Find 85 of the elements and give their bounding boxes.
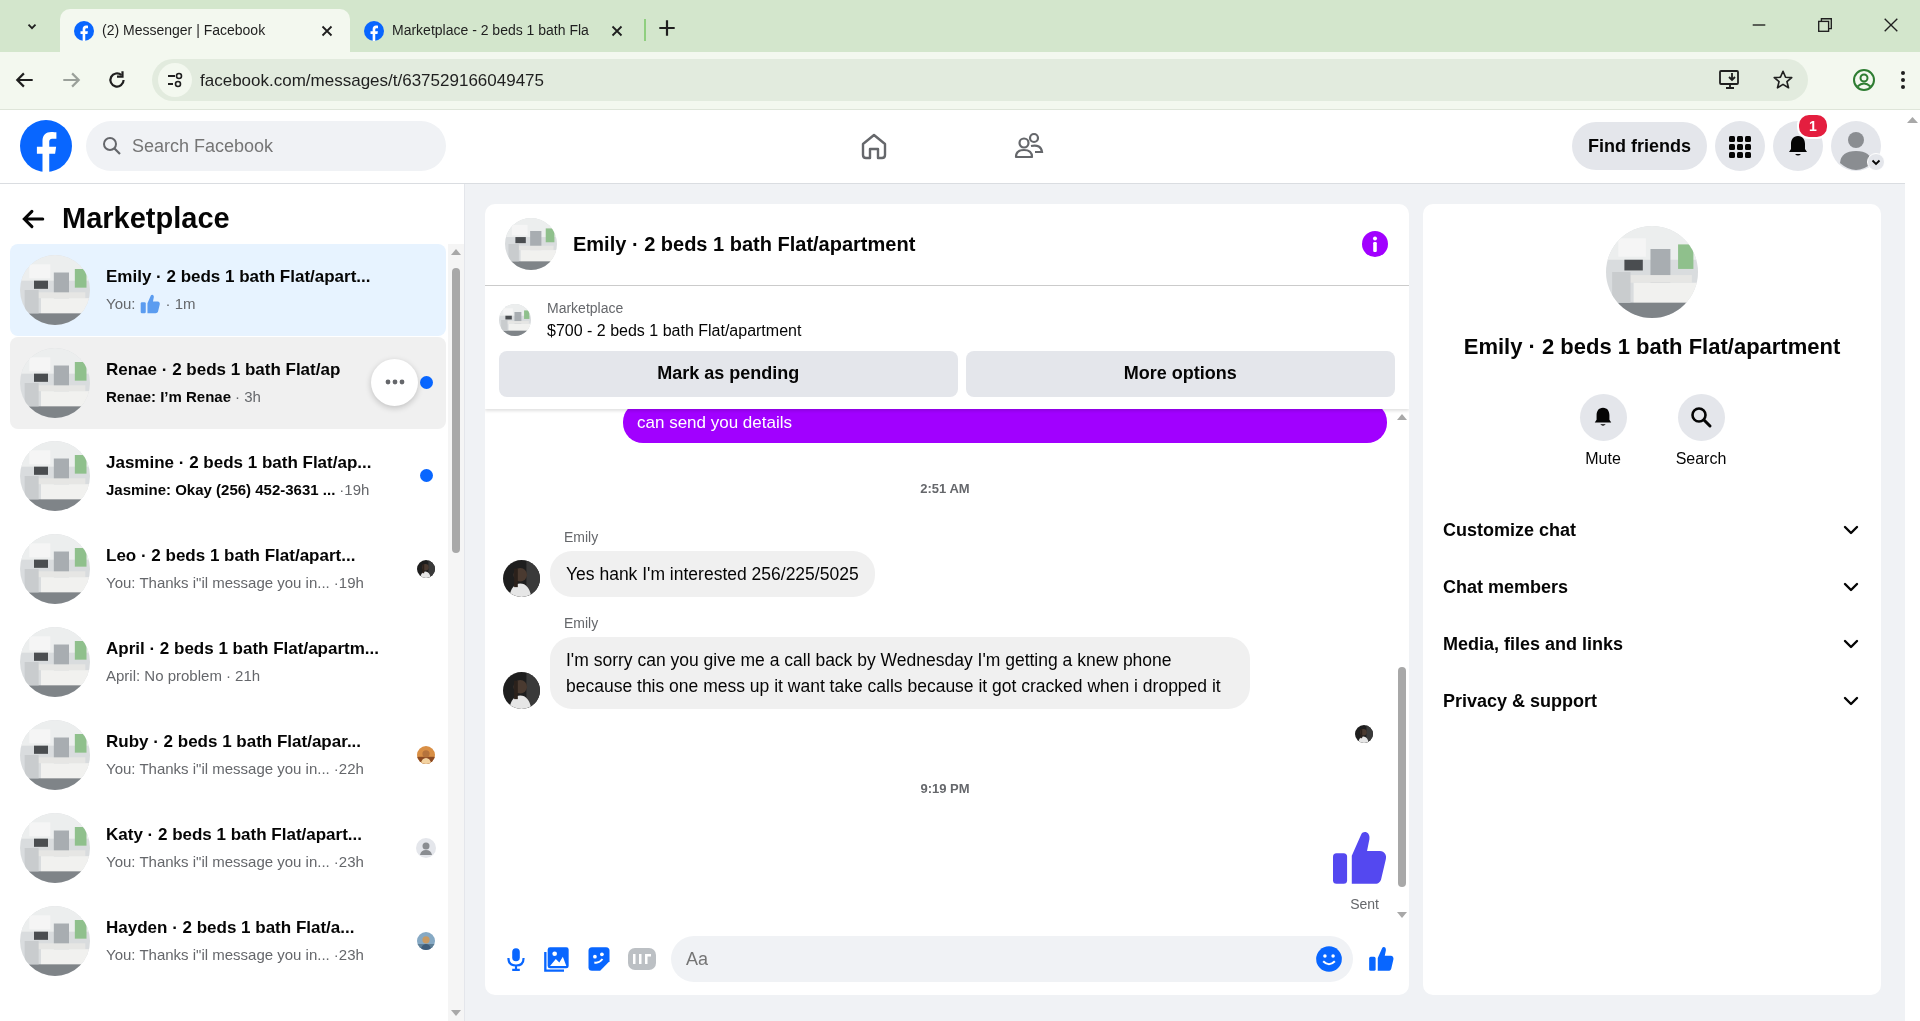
tab-favicon-icon <box>364 20 384 41</box>
conversation-item[interactable]: Ruby · 2 beds 1 bath Flat/apar... You: Thanks i"il message you in... ·22h <box>10 708 446 801</box>
message-time: ·22h <box>333 759 364 780</box>
search-button[interactable]: Search <box>1656 392 1746 472</box>
chat-title: Emily · 2 beds 1 bath Flat/apartment <box>573 232 917 258</box>
message-bubble: Yes hank I'm interested 256/225/5025 <box>550 550 875 597</box>
conversation-title: Katy · 2 beds 1 bath Flat/apart... <box>106 823 363 846</box>
more-options-button[interactable]: More options <box>965 350 1395 397</box>
conversation-item[interactable]: Emily · 2 beds 1 bath Flat/apart... You: · 1m <box>10 243 446 336</box>
sender-name: Emily <box>564 528 599 545</box>
timestamp: 2:51 AM <box>920 481 970 496</box>
more-button[interactable] <box>371 358 418 406</box>
message-preview: You: Thanks i"il message you in... <box>106 573 330 594</box>
conversation-item[interactable]: Leo · 2 beds 1 bath Flat/apart... You: Thanks i"il message you in... ·19h <box>10 522 446 615</box>
user-icon <box>416 837 436 858</box>
search-field[interactable]: Search Facebook <box>86 121 446 172</box>
menu-button[interactable] <box>1715 121 1765 172</box>
restore-icon[interactable] <box>1816 16 1834 34</box>
install-app-icon[interactable] <box>1718 69 1742 92</box>
message-preview: You: Thanks i"il message you in... <box>106 945 330 966</box>
emoji-icon[interactable] <box>1315 945 1343 973</box>
find-friends-button[interactable]: Find friends <box>1572 122 1707 171</box>
like-icon <box>139 293 162 316</box>
status-text: Sent <box>1350 896 1379 912</box>
search-icon <box>1689 405 1713 430</box>
conversation-title: Leo · 2 beds 1 bath Flat/apart... <box>106 544 357 567</box>
message-time: · 21h <box>225 666 261 687</box>
conversation-item[interactable]: April · 2 beds 1 bath Flat/apartm... April: No problem · 21h <box>10 615 446 708</box>
timestamp: 9:19 PM <box>920 780 970 796</box>
message-time: · 3h <box>235 387 261 408</box>
conversation-title: Jasmine · 2 beds 1 bath Flat/ap... <box>106 451 373 474</box>
close-icon[interactable] <box>1882 16 1900 34</box>
listing-label: Marketplace <box>547 298 625 318</box>
info-icon[interactable] <box>1361 230 1389 259</box>
message-preview: Renae: I’m Renae <box>106 387 232 408</box>
message-time: ·19h <box>339 480 370 501</box>
tab-favicon-icon <box>74 20 94 41</box>
section-header[interactable]: Privacy & support <box>1443 672 1861 730</box>
message-preview: You: Thanks i"il message you in... <box>106 852 330 873</box>
message-input-field[interactable]: Aa <box>671 936 1353 982</box>
section-header[interactable]: Chat members <box>1443 558 1861 616</box>
conversation-title: Hayden · 2 beds 1 bath Flat/a... <box>106 916 356 939</box>
like-icon[interactable] <box>1367 945 1395 973</box>
listing-title[interactable]: $700 - 2 beds 1 bath Flat/apartment <box>547 318 802 343</box>
profile-icon[interactable] <box>1852 68 1876 93</box>
menu-icon[interactable] <box>1900 69 1906 92</box>
caret-icon[interactable] <box>1867 152 1885 171</box>
sidebar-title: Marketplace <box>62 200 230 236</box>
message-bubble: can send you details <box>623 408 1387 443</box>
scrollbar[interactable] <box>448 243 464 1021</box>
chat-name: Emily · 2 beds 1 bath Flat/apartment <box>1463 332 1841 361</box>
grid-icon <box>1729 135 1751 158</box>
message-preview: You: Thanks i"il message you in... <box>106 759 330 780</box>
sender-name: Emily <box>564 614 599 631</box>
message-time: · 1m <box>165 294 196 315</box>
bookmark-star-icon[interactable] <box>1772 69 1794 92</box>
message-preview: April: No problem <box>106 666 222 687</box>
conversation-title: Ruby · 2 beds 1 bath Flat/apar... <box>106 730 363 753</box>
scrollbar-thumb[interactable] <box>1398 666 1406 887</box>
more-icon <box>384 379 405 386</box>
message-time: ·23h <box>333 945 364 966</box>
browser-tab[interactable]: Marketplace - 2 beds 1 bath Fla <box>350 9 640 52</box>
browser-tab[interactable]: (2) Messenger | Facebook <box>60 9 350 52</box>
section-header[interactable]: Media, files and links <box>1443 615 1861 673</box>
conversation-title: Renae · 2 beds 1 bath Flat/ap <box>106 358 342 381</box>
conversation-title: April · 2 beds 1 bath Flat/apartm... <box>106 637 380 660</box>
notification-badge: 1 <box>1797 113 1829 140</box>
scrollbar-thumb[interactable] <box>452 267 460 553</box>
message-preview: You: <box>106 294 136 315</box>
conversation-item[interactable]: Hayden · 2 beds 1 bath Flat/a... You: Thanks i"il message you in... ·23h <box>10 894 446 987</box>
conversation-item[interactable]: Jasmine · 2 beds 1 bath Flat/ap... Jasmine: Okay (256) 452-3631 ... ·19h <box>10 429 446 522</box>
search-icon <box>102 136 122 157</box>
message-time: ·23h <box>333 852 364 873</box>
message-time: ·19h <box>333 573 364 594</box>
facebook-logo[interactable] <box>20 120 72 173</box>
mute-button[interactable]: Mute <box>1558 392 1648 472</box>
message-bubble: I'm sorry can you give me a call back by Wednesday I'm getting a knew phone because this one mess up it want take calls because it got cracked when i dropped it <box>550 636 1250 709</box>
bell-icon <box>1592 406 1614 429</box>
conversation-item[interactable]: Renae · 2 beds 1 bath Flat/ap Renae: I’m Renae · 3h <box>10 336 446 429</box>
conversation-title: Emily · 2 beds 1 bath Flat/apart... <box>106 265 372 288</box>
message-preview: Jasmine: Okay (256) 452-3631 ... <box>106 480 336 501</box>
photo-icon[interactable] <box>543 945 571 973</box>
mark-pending-button[interactable]: Mark as pending <box>499 350 958 397</box>
conversation-item[interactable]: Katy · 2 beds 1 bath Flat/apart... You: Thanks i"il message you in... ·23h <box>10 801 446 894</box>
section-header[interactable]: Customize chat <box>1443 501 1861 559</box>
